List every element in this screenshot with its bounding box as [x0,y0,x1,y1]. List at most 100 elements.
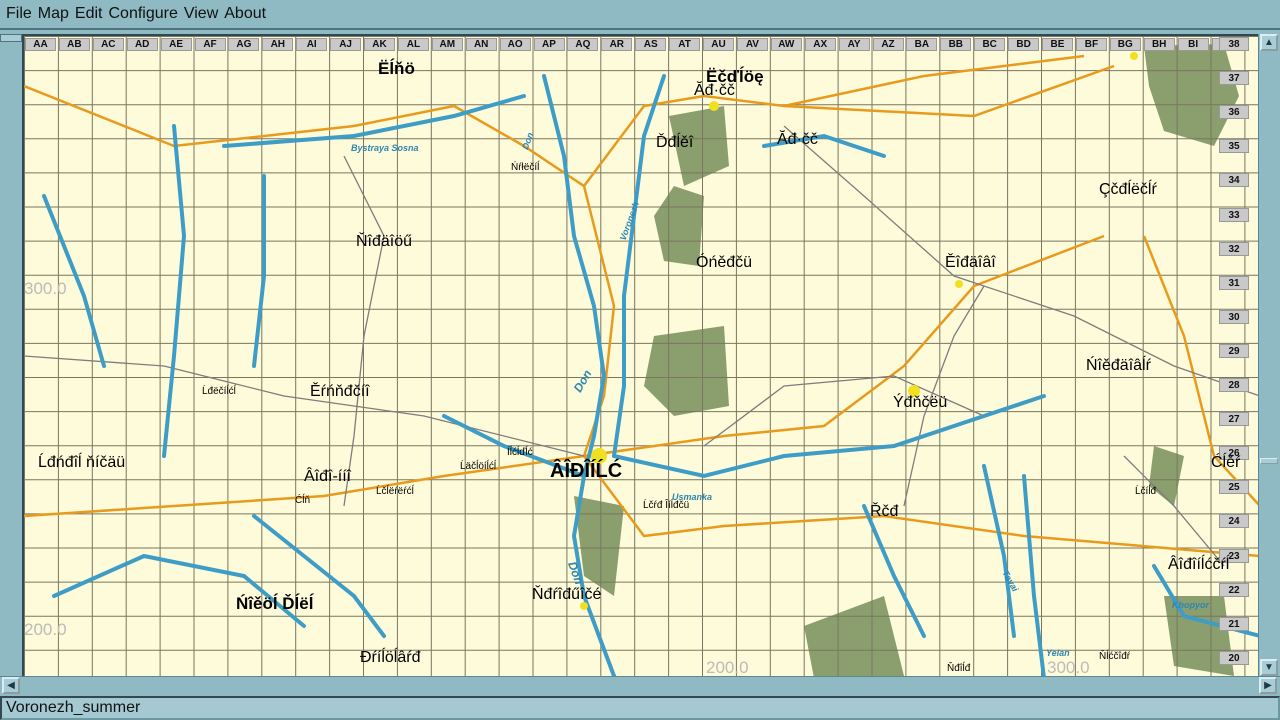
column-header: BE [1042,38,1073,51]
scroll-up-button[interactable]: ▲ [1260,34,1278,51]
column-header: BA [906,38,938,51]
row-header: 24 [1219,514,1249,529]
place-label[interactable]: Ĺčíĺđ [1135,486,1156,497]
city-label-voronezh[interactable]: ÂÎĐÎÍĹĆ [550,460,622,483]
column-header: AU [703,38,734,51]
map-view[interactable]: AA AB AC AD AE AF AG AH AI AJ AK AL AM AN AO AP AQ AR AS AT… [22,34,1258,676]
city-label[interactable]: Ěŕńňđčíî [310,383,370,401]
place-label[interactable]: Ĺđëčíĺćĺ [202,386,236,397]
river-label: Khopyor [1172,600,1209,610]
column-header: BD [1008,38,1040,51]
menu-file[interactable]: File [6,5,32,23]
place-label[interactable]: Íĺćĺďĺć [507,447,533,458]
city-label[interactable]: Ýđňčëü [893,394,947,412]
place-label[interactable]: Ĺäčĺöíĺćĺ [460,461,496,472]
column-header: AZ [872,38,904,51]
city-label[interactable]: Ĺđńđîĺ ňíčäü [38,454,125,472]
scroll-right-button[interactable]: ▶ [1259,677,1277,694]
column-header: BC [974,38,1006,51]
river-label: Yelan [1046,648,1070,658]
menu-bar: File Map Edit Configure View About [0,0,1280,30]
city-label[interactable]: Ňîđäîöű [356,233,412,251]
coord-label: 200.0 [706,658,749,676]
city-label[interactable]: Ńîěöĺ Ďĺëĺ [236,594,313,614]
row-header: 20 [1219,650,1249,665]
row-header: 36 [1219,105,1249,120]
menu-view[interactable]: View [184,5,218,23]
row-header: 22 [1219,582,1249,597]
map-grid [24,36,1258,676]
place-label[interactable]: Ňđîĺđ [947,663,970,674]
city-label[interactable]: Ăđ·čč [777,131,818,149]
column-header: AB [58,38,90,51]
column-header: BI [1177,38,1209,51]
scroll-down-button[interactable]: ▼ [1260,659,1278,676]
row-header: 32 [1219,241,1249,256]
coord-label: 200.0 [24,620,67,639]
row-header: 21 [1219,616,1249,631]
column-header: AY [838,38,870,51]
city-label[interactable]: Ćĺěŕ [1211,454,1240,472]
column-header: AO [499,38,531,51]
city-label[interactable]: Řčđ [870,503,898,521]
place-label[interactable]: Ńŕłëčíĺ [511,162,539,173]
place-label[interactable]: Ćĺň [295,495,310,506]
row-header: 35 [1219,139,1249,154]
column-header: AR [601,38,633,51]
row-header: 27 [1219,412,1249,427]
coord-label: 300.0 [24,279,67,298]
row-header: 38 [1219,37,1249,51]
vertical-scrollbar[interactable]: ▲ ▼ [1258,34,1280,676]
minor-roads [24,125,1258,567]
river-label: Usmanka [672,492,713,502]
place-label[interactable]: Ňĺćčîđŕ [1099,651,1130,662]
column-header: AQ [567,38,599,51]
column-header: AE [160,38,192,51]
column-header: AX [804,38,836,51]
place-label[interactable]: Ĺčĺëŕëŕćĺ [376,486,414,497]
menu-about[interactable]: About [224,5,266,23]
horizontal-scrollbar[interactable]: ◀ ▶ [0,676,1280,694]
column-header: BF [1075,38,1107,51]
map-canvas[interactable] [24,36,1258,676]
row-header: 30 [1219,309,1249,324]
column-header: AW [770,38,802,51]
city-label[interactable]: Ďđĺěî [656,134,693,152]
city-label[interactable]: Çčđĺëčĺŕ [1099,181,1157,199]
column-header: AT [669,38,701,51]
city-label[interactable]: Ňđŕîđűîčé [532,586,601,604]
column-header: AN [465,38,497,51]
menu-map[interactable]: Map [38,5,69,23]
row-header: 31 [1219,275,1249,290]
row-header: 33 [1219,207,1249,222]
scroll-left-button[interactable]: ◀ [2,677,20,694]
column-header: BH [1143,38,1175,51]
panel-toggle[interactable] [0,34,22,42]
column-header: BG [1109,38,1141,51]
column-header: AG [228,38,260,51]
status-bar: Voronezh_summer [0,696,1280,720]
city-label[interactable]: Âîđîíĺćčŕĺ [1168,556,1229,574]
menu-edit[interactable]: Edit [75,5,103,23]
column-header: AH [262,38,294,51]
city-label[interactable]: Óńěđčü [696,254,752,272]
column-header: AI [296,38,328,51]
city-label[interactable]: Ëĺňö [378,59,415,79]
row-header: 29 [1219,343,1249,358]
city-label[interactable]: Đŕíĺöĺâŕđ [360,649,420,667]
main-roads [24,54,1258,558]
city-label[interactable]: Ěîđäîâî [945,254,996,272]
column-header: AJ [330,38,362,51]
menu-configure[interactable]: Configure [108,5,177,23]
column-header: AM [431,38,463,51]
row-header: 28 [1219,378,1249,392]
column-header: AF [194,38,226,51]
city-label[interactable]: Âîđî-ííî [304,468,351,486]
vertical-scroll-thumb[interactable] [1260,458,1278,464]
column-header: BB [940,38,972,51]
coord-label: 300.0 [1047,658,1090,676]
column-header: AV [736,38,768,51]
city-label[interactable]: Ăđ·čč [694,82,735,100]
city-label[interactable]: Ńîěđäîâĺŕ [1086,357,1151,375]
column-header: AK [364,38,395,51]
